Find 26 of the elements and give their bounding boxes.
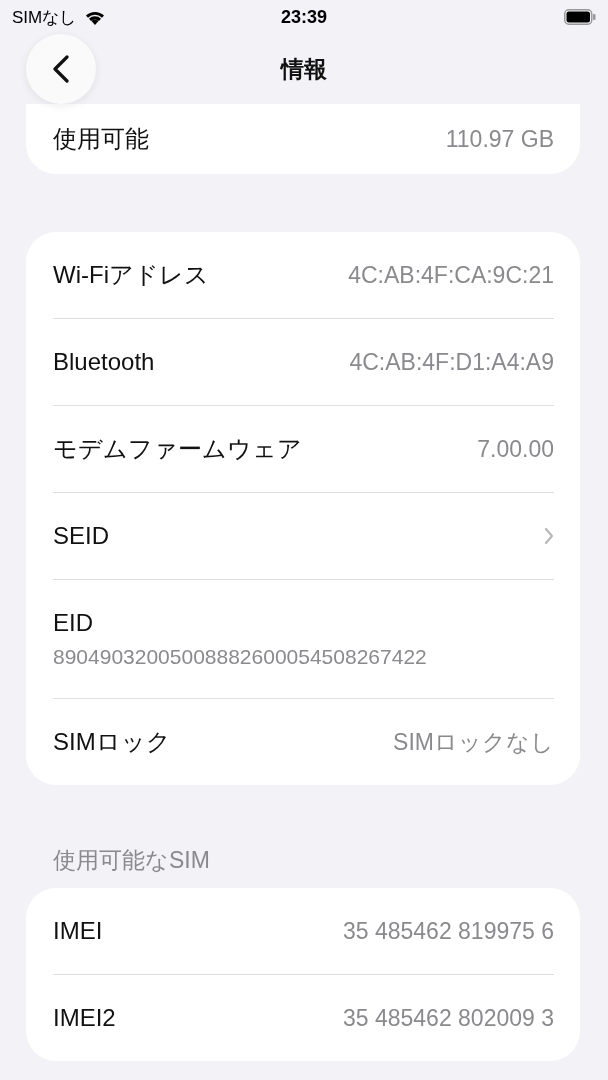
row-value: SIMロックなし — [393, 727, 554, 757]
row-label: IMEI2 — [53, 1004, 116, 1032]
carrier-label: SIMなし — [12, 6, 77, 29]
row-label: Wi-Fiアドレス — [53, 260, 209, 290]
clock-time: 23:39 — [280, 6, 327, 28]
row-label: SIMロック — [53, 727, 171, 757]
settings-row[interactable]: SEID — [53, 492, 554, 579]
row-label: SEID — [53, 522, 109, 550]
section-header: 使用可能なSIM — [52, 846, 211, 875]
row-value: 7.00.00 — [477, 435, 554, 463]
battery-icon — [564, 9, 596, 25]
row-label: モデムファームウェア — [53, 434, 302, 464]
row-label: Bluetooth — [53, 348, 155, 376]
chevron-left-icon — [52, 55, 70, 83]
row-value: 35 485462 819975 6 — [342, 917, 554, 945]
row-value: 35 485462 802009 3 — [342, 1004, 554, 1032]
row-label: 使用可能 — [53, 124, 149, 154]
row-label: IMEI — [53, 917, 103, 945]
row-value: 4C:AB:4F:D1:A4:A9 — [349, 348, 554, 376]
row-value: 89049032005008882600054508267422 — [53, 645, 428, 669]
chevron-right-icon — [544, 527, 554, 545]
row-value: 110.97 GB — [445, 125, 554, 153]
page-title: 情報 — [281, 54, 327, 84]
row-value: 4C:AB:4F:CA:9C:21 — [348, 261, 554, 289]
wifi-icon — [84, 9, 107, 25]
row-label: EID — [53, 609, 94, 637]
